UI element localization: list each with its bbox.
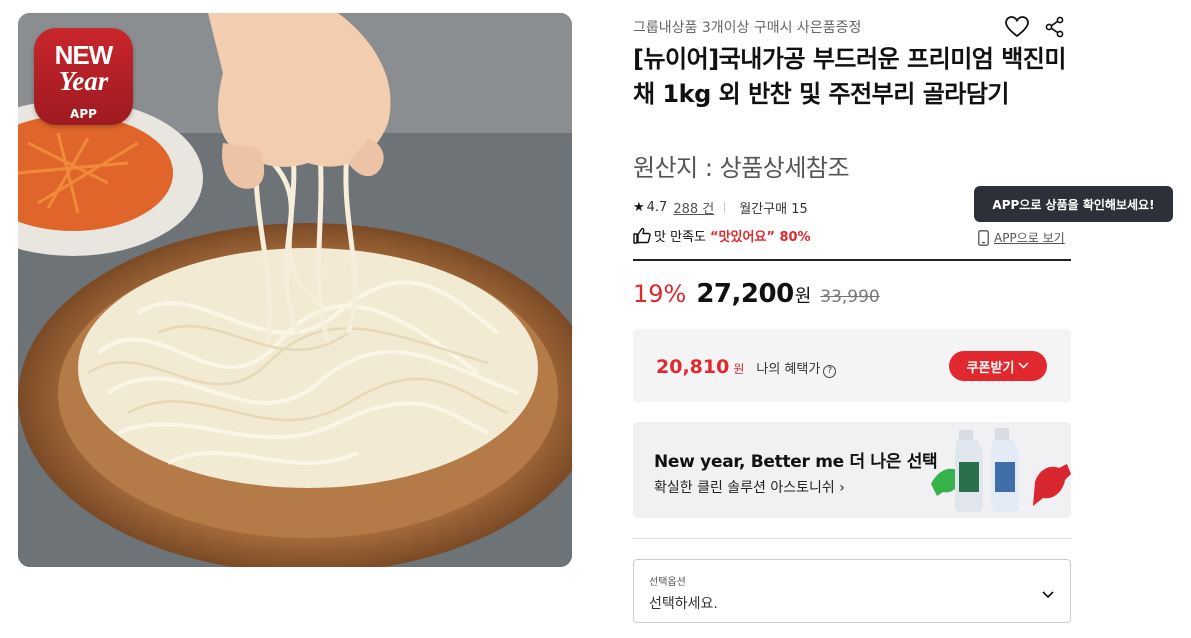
sale-price: 27,200 bbox=[696, 279, 794, 309]
taste-satisfaction: 맛 만족도 “맛있어요” 80% bbox=[633, 226, 811, 245]
coupon-button[interactable]: 쿠폰받기 bbox=[949, 351, 1047, 381]
discount-rate: 19% bbox=[633, 280, 687, 308]
chevron-down-icon bbox=[1042, 584, 1054, 603]
option-select[interactable]: 선택옵션 선택하세요. bbox=[633, 559, 1071, 623]
option-value: 선택하세요. bbox=[649, 596, 718, 612]
star-icon: ★ bbox=[633, 200, 645, 215]
share-icon[interactable] bbox=[1042, 14, 1068, 40]
app-view-link[interactable]: APP으로 보기 bbox=[978, 229, 1065, 246]
original-price: 33,990 bbox=[820, 287, 880, 307]
monthly-purchases: 월간구매 15 bbox=[739, 202, 808, 217]
currency-unit: 원 bbox=[794, 286, 812, 307]
product-page: NEW Year APP 그룹내상품 3개이상 구매시 사은품증정 [뉴이어]국… bbox=[0, 0, 1191, 638]
product-title: [뉴이어]국내가공 부드러운 프리미엄 백진미채 1kg 외 반찬 및 주전부리… bbox=[633, 45, 1066, 108]
promo-text: 그룹내상품 3개이상 구매시 사은품증정 bbox=[633, 20, 862, 36]
badge-line-app: APP bbox=[70, 107, 97, 121]
divider bbox=[724, 202, 726, 213]
benefit-currency: 원 bbox=[733, 362, 745, 376]
coupon-button-label: 쿠폰받기 bbox=[966, 360, 1015, 376]
origin-text: 원산지 : 상품상세참조 bbox=[633, 154, 850, 182]
promo-banner[interactable]: New year, Better me 더 나은 선택 확실한 클린 솔루션 아… bbox=[633, 422, 1071, 518]
rating-score: 4.7 bbox=[646, 200, 668, 215]
phone-icon bbox=[978, 229, 989, 246]
heart-icon[interactable] bbox=[1004, 14, 1030, 40]
price-row: 19% 27,200 원 33,990 bbox=[633, 279, 880, 309]
thumbs-up-icon bbox=[633, 227, 651, 244]
badge-line-year: Year bbox=[58, 66, 109, 96]
divider bbox=[633, 259, 1071, 261]
satisfaction-label: 맛 만족도 bbox=[654, 230, 706, 245]
app-tooltip: APP으로 상품을 확인해보세요! bbox=[974, 186, 1173, 222]
benefit-box: 20,810 원 나의 혜택가 ? 쿠폰받기 bbox=[633, 329, 1071, 402]
review-count-link[interactable]: 288 건 bbox=[673, 198, 714, 217]
benefit-price: 20,810 bbox=[656, 356, 730, 378]
cleaner-bottles-image bbox=[931, 428, 1071, 512]
app-view-label: APP으로 보기 bbox=[994, 231, 1065, 245]
help-icon[interactable]: ? bbox=[823, 365, 837, 378]
benefit-label: 나의 혜택가 bbox=[756, 362, 821, 377]
divider bbox=[633, 538, 1071, 539]
satisfaction-value: “맛있어요” 80% bbox=[709, 230, 811, 245]
option-label: 선택옵션 bbox=[649, 577, 686, 588]
benefit-price-row: 20,810 원 나의 혜택가 ? bbox=[656, 356, 837, 378]
new-year-app-badge: NEW Year APP bbox=[34, 28, 133, 125]
chevron-down-icon bbox=[1018, 361, 1029, 372]
rating-row: ★ 4.7 288 건 월간구매 15 bbox=[633, 198, 808, 217]
banner-title: New year, Better me 더 나은 선택 bbox=[654, 452, 938, 472]
banner-subtitle: 확실한 클린 솔루션 아스토니쉬 › bbox=[654, 480, 845, 496]
